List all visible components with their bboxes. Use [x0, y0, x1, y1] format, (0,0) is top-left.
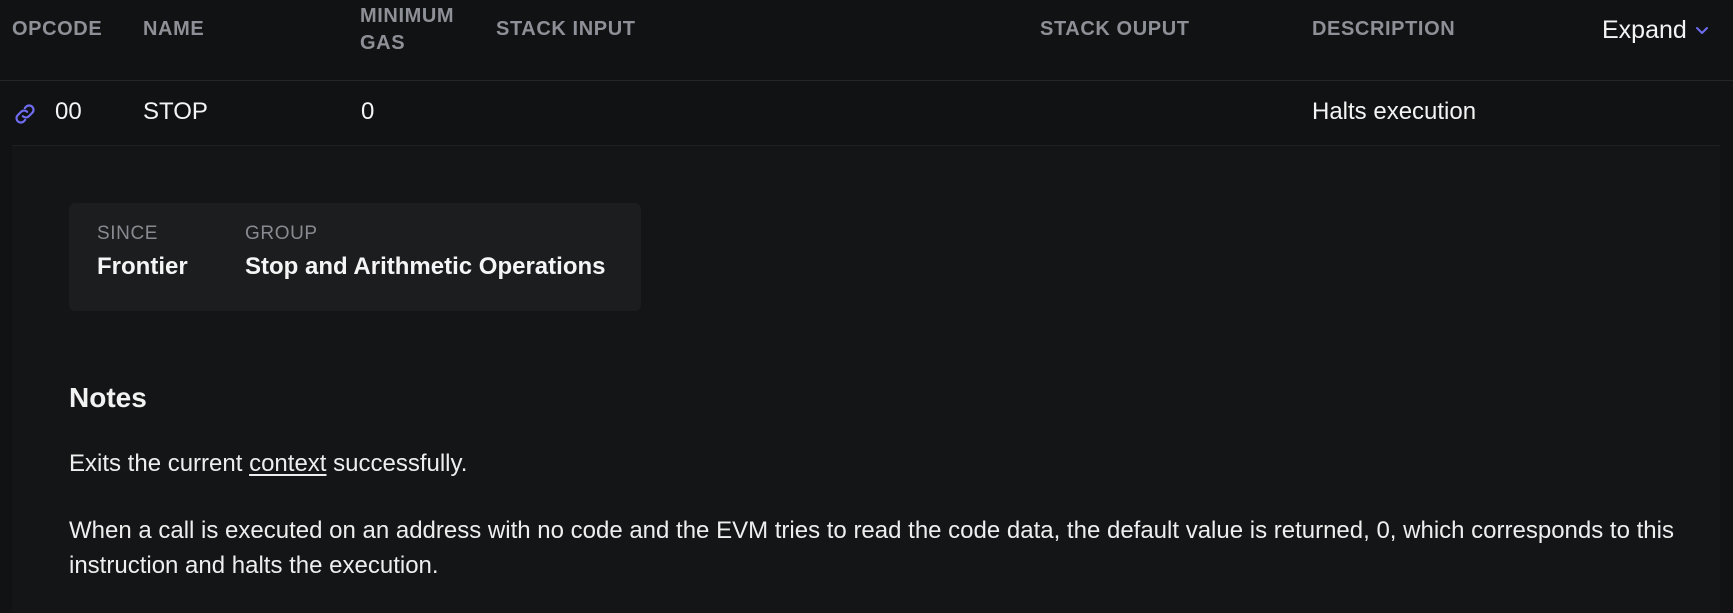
since-label: SINCE	[97, 223, 159, 244]
meta-card: SINCE Frontier GROUP Stop and Arithmetic…	[69, 203, 641, 311]
header-name[interactable]: NAME	[143, 16, 204, 43]
table-row[interactable]: 00 STOP 0 Halts execution	[12, 80, 1720, 146]
header-stack-input: STACK INPUT	[496, 18, 636, 40]
cell-description: Halts execution	[1312, 98, 1477, 125]
header-stack-output: STACK OUPUT	[1040, 18, 1190, 40]
opcode-table: OPCODE NAME MINIMUM GAS STACK INPUT STAC…	[0, 0, 1733, 613]
notes-heading: Notes	[69, 382, 147, 413]
table-header: OPCODE NAME MINIMUM GAS STACK INPUT STAC…	[0, 0, 1733, 81]
note-paragraph-2: When a call is executed on an address wi…	[69, 517, 1674, 579]
note1-text-after: successfully.	[326, 450, 468, 477]
chevron-down-icon	[1695, 27, 1708, 34]
link-icon[interactable]	[12, 101, 38, 127]
context-link[interactable]: context	[249, 450, 326, 477]
header-opcode[interactable]: OPCODE	[12, 16, 102, 43]
header-minimum-gas[interactable]: MINIMUM GAS	[360, 3, 480, 57]
expanded-details-panel: SINCE Frontier GROUP Stop and Arithmetic…	[12, 146, 1720, 613]
cell-name: STOP	[143, 98, 208, 125]
cell-opcode: 00	[55, 98, 82, 125]
group-label: GROUP	[245, 223, 318, 244]
expand-label: Expand	[1602, 16, 1687, 44]
since-value: Frontier	[97, 253, 188, 280]
note-paragraph-1: Exits the current context successfully.	[69, 446, 1689, 481]
expand-button[interactable]: Expand	[1602, 14, 1709, 46]
cell-minimum-gas: 0	[361, 98, 375, 125]
group-value: Stop and Arithmetic Operations	[245, 253, 606, 280]
note1-text-before: Exits the current	[69, 450, 250, 477]
header-description: DESCRIPTION	[1312, 18, 1456, 40]
